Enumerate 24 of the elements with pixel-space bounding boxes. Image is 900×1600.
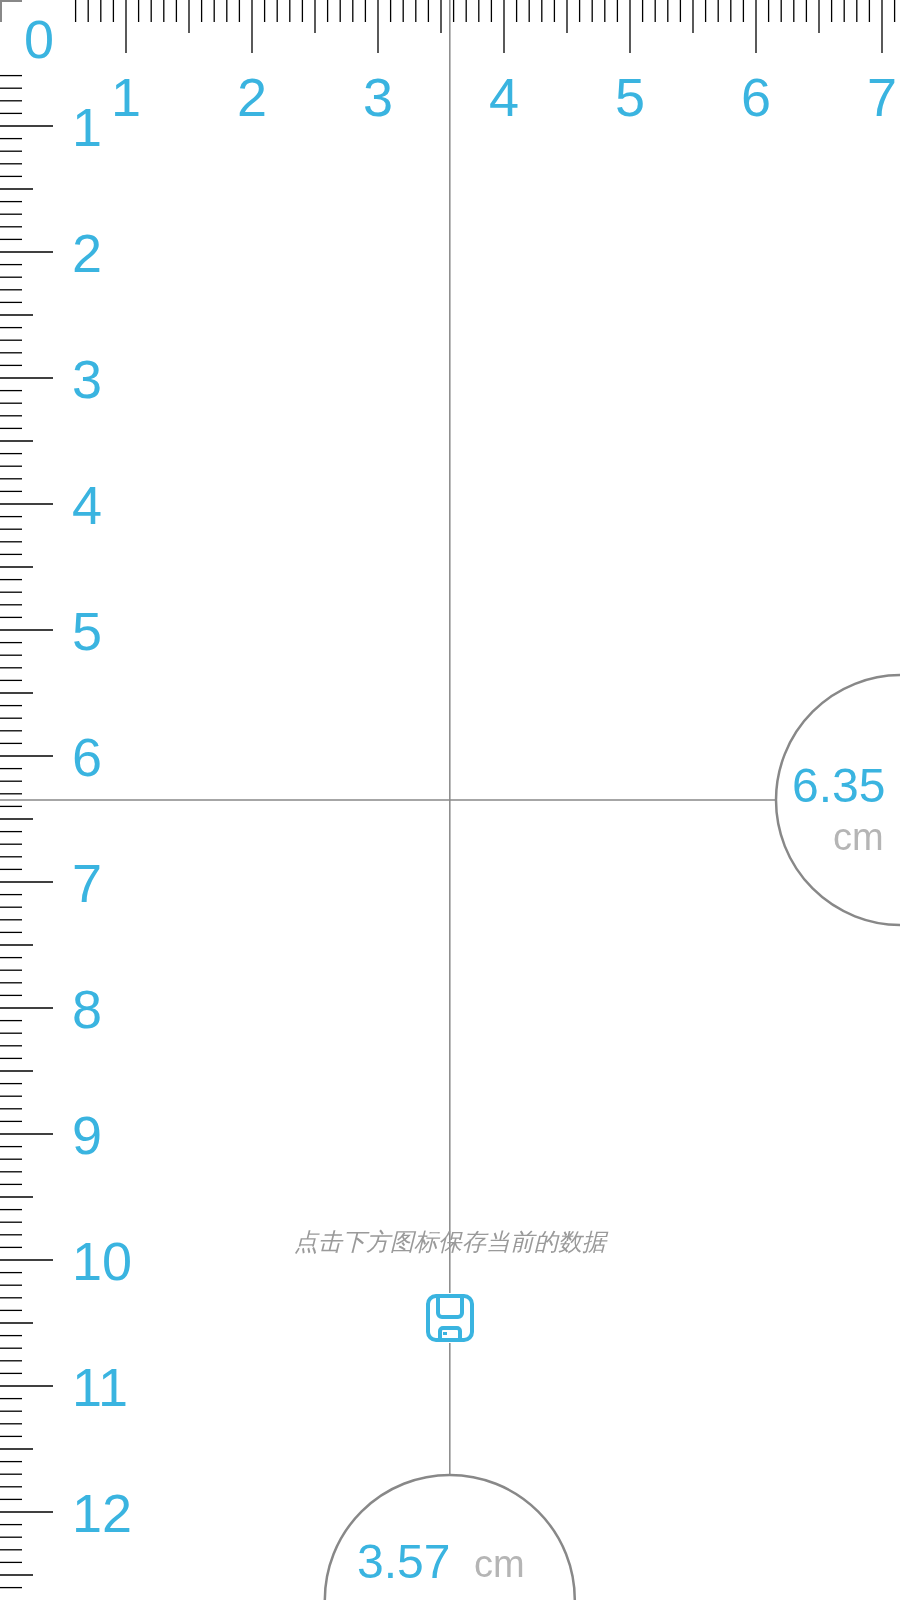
ruler-number: 6 [72, 730, 103, 785]
reading-unit: cm [474, 1545, 525, 1583]
ruler-number: 2 [237, 70, 267, 124]
ruler-number: 11 [72, 1360, 129, 1415]
ruler-number: 1 [72, 100, 103, 155]
ruler-number: 7 [72, 856, 103, 911]
ruler-number: 0 [24, 12, 55, 66]
ruler-number: 10 [72, 1234, 133, 1289]
ruler-number: 9 [72, 1108, 103, 1163]
ruler-number: 3 [72, 352, 103, 407]
ruler-number: 2 [72, 226, 103, 281]
ruler-number: 5 [72, 604, 103, 659]
ruler-number: 4 [489, 70, 519, 124]
reading-value: 3.57 [357, 1538, 451, 1586]
reading-value: 6.35 [792, 762, 886, 810]
ruler-number: 4 [72, 478, 103, 533]
ruler-number: 7 [867, 70, 897, 124]
ruler-number: 8 [72, 982, 103, 1037]
reading-unit: cm [833, 818, 884, 856]
ruler-number: 12 [72, 1486, 133, 1541]
ruler-number: 6 [741, 70, 771, 124]
ruler-number: 5 [615, 70, 645, 124]
ruler-number: 3 [363, 70, 393, 124]
ruler-number: 1 [111, 70, 141, 124]
